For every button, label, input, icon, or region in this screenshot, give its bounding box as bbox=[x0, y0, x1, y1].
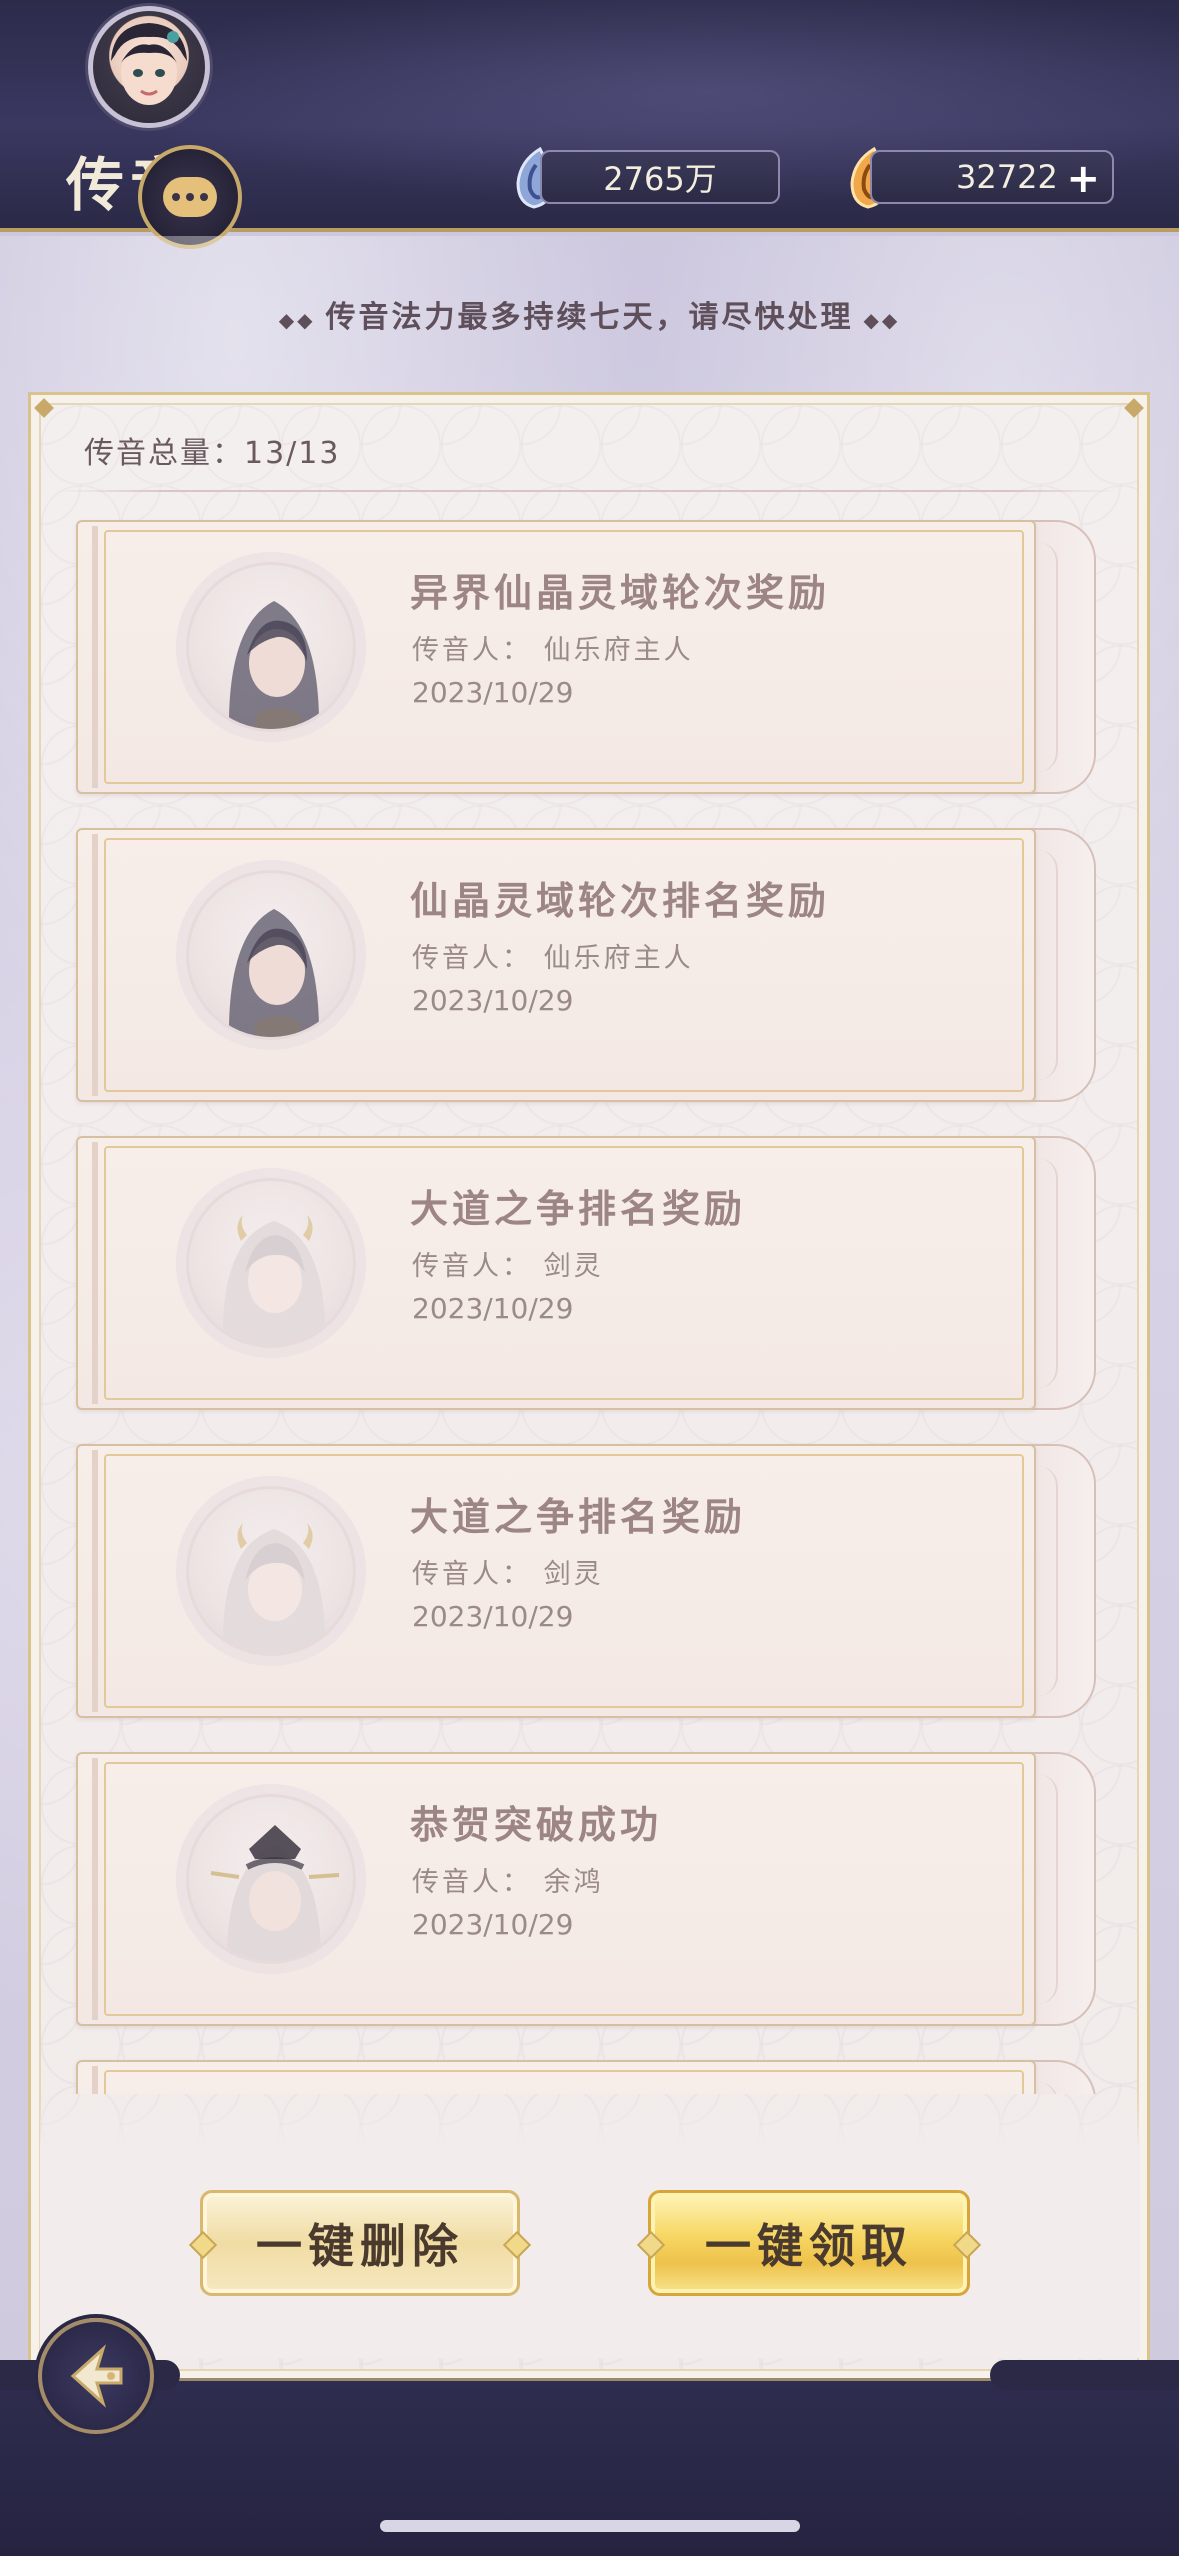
mail-item-partial[interactable] bbox=[76, 2040, 1096, 2094]
expiry-notice: ◆◆ 传音法力最多持续七天，请尽快处理 ◆◆ bbox=[0, 292, 1179, 336]
mail-item[interactable]: 仙晶灵域轮次排名奖励 传音人： 仙乐府主人 2023/10/29 bbox=[76, 808, 1096, 1102]
gold-currency-value: 32722 bbox=[956, 158, 1058, 196]
diamond-ornament-icon: ◆◆ bbox=[278, 308, 316, 332]
mail-sender: 传音人： 仙乐府主人 bbox=[412, 635, 694, 666]
mail-date: 2023/10/29 bbox=[412, 676, 574, 709]
back-button[interactable] bbox=[38, 2318, 154, 2434]
add-gold-button[interactable]: + bbox=[1066, 156, 1100, 202]
mail-list[interactable]: 异界仙晶灵域轮次奖励 传音人： 仙乐府主人 2023/10/29 仙晶灵域轮次排… bbox=[56, 500, 1136, 2094]
mail-sender: 传音人： 仙乐府主人 bbox=[412, 943, 694, 974]
sender-portrait bbox=[186, 1178, 356, 1348]
sender-portrait bbox=[186, 870, 356, 1040]
mail-title: 异界仙晶灵域轮次奖励 bbox=[410, 570, 831, 615]
home-indicator bbox=[380, 2520, 800, 2532]
mail-item[interactable]: 异界仙晶灵域轮次奖励 传音人： 仙乐府主人 2023/10/29 bbox=[76, 500, 1096, 794]
mail-total-count: 13/13 bbox=[244, 436, 341, 471]
mail-sender: 传音人： 剑灵 bbox=[412, 1559, 604, 1590]
chat-button[interactable] bbox=[138, 145, 242, 249]
delete-all-button[interactable]: 一键删除 bbox=[200, 2190, 520, 2296]
mail-title: 恭贺突破成功 bbox=[410, 1802, 663, 1847]
mail-item[interactable]: 大道之争排名奖励 传音人： 剑灵 2023/10/29 bbox=[76, 1116, 1096, 1410]
sender-portrait bbox=[186, 1486, 356, 1656]
mail-item[interactable]: 恭贺突破成功 传音人： 余鸿 2023/10/29 bbox=[76, 1732, 1096, 2026]
gold-currency-display: 32722 + bbox=[870, 150, 1114, 204]
claim-all-button[interactable]: 一键领取 bbox=[648, 2190, 970, 2296]
sender-portrait bbox=[186, 1794, 356, 1964]
mail-card bbox=[76, 2060, 1036, 2094]
mail-date: 2023/10/29 bbox=[412, 1292, 574, 1325]
mail-total: 传音总量：13/13 bbox=[84, 428, 340, 472]
player-avatar[interactable] bbox=[88, 6, 210, 128]
mail-date: 2023/10/29 bbox=[412, 1908, 574, 1941]
mail-title: 大道之争排名奖励 bbox=[410, 1186, 747, 1231]
expiry-notice-text: 传音法力最多持续七天，请尽快处理 bbox=[325, 300, 854, 335]
mail-title: 大道之争排名奖励 bbox=[410, 1494, 747, 1539]
diamond-ornament-icon: ◆◆ bbox=[863, 308, 901, 332]
mail-title: 仙晶灵域轮次排名奖励 bbox=[410, 878, 831, 923]
jade-currency-display: 2765万 bbox=[540, 150, 780, 204]
mail-date: 2023/10/29 bbox=[412, 1600, 574, 1633]
sender-portrait bbox=[186, 562, 356, 732]
bottom-bar-strip-right bbox=[990, 2360, 1179, 2390]
divider bbox=[58, 490, 1118, 492]
chat-bubble-icon bbox=[163, 177, 217, 217]
back-arrow-icon bbox=[70, 2344, 123, 2408]
mail-sender: 传音人： 余鸿 bbox=[412, 1867, 604, 1898]
mail-total-label: 传音总量： bbox=[84, 436, 244, 471]
mail-sender: 传音人： 剑灵 bbox=[412, 1251, 604, 1282]
mail-date: 2023/10/29 bbox=[412, 984, 574, 1017]
mail-item[interactable]: 大道之争排名奖励 传音人： 剑灵 2023/10/29 bbox=[76, 1424, 1096, 1718]
